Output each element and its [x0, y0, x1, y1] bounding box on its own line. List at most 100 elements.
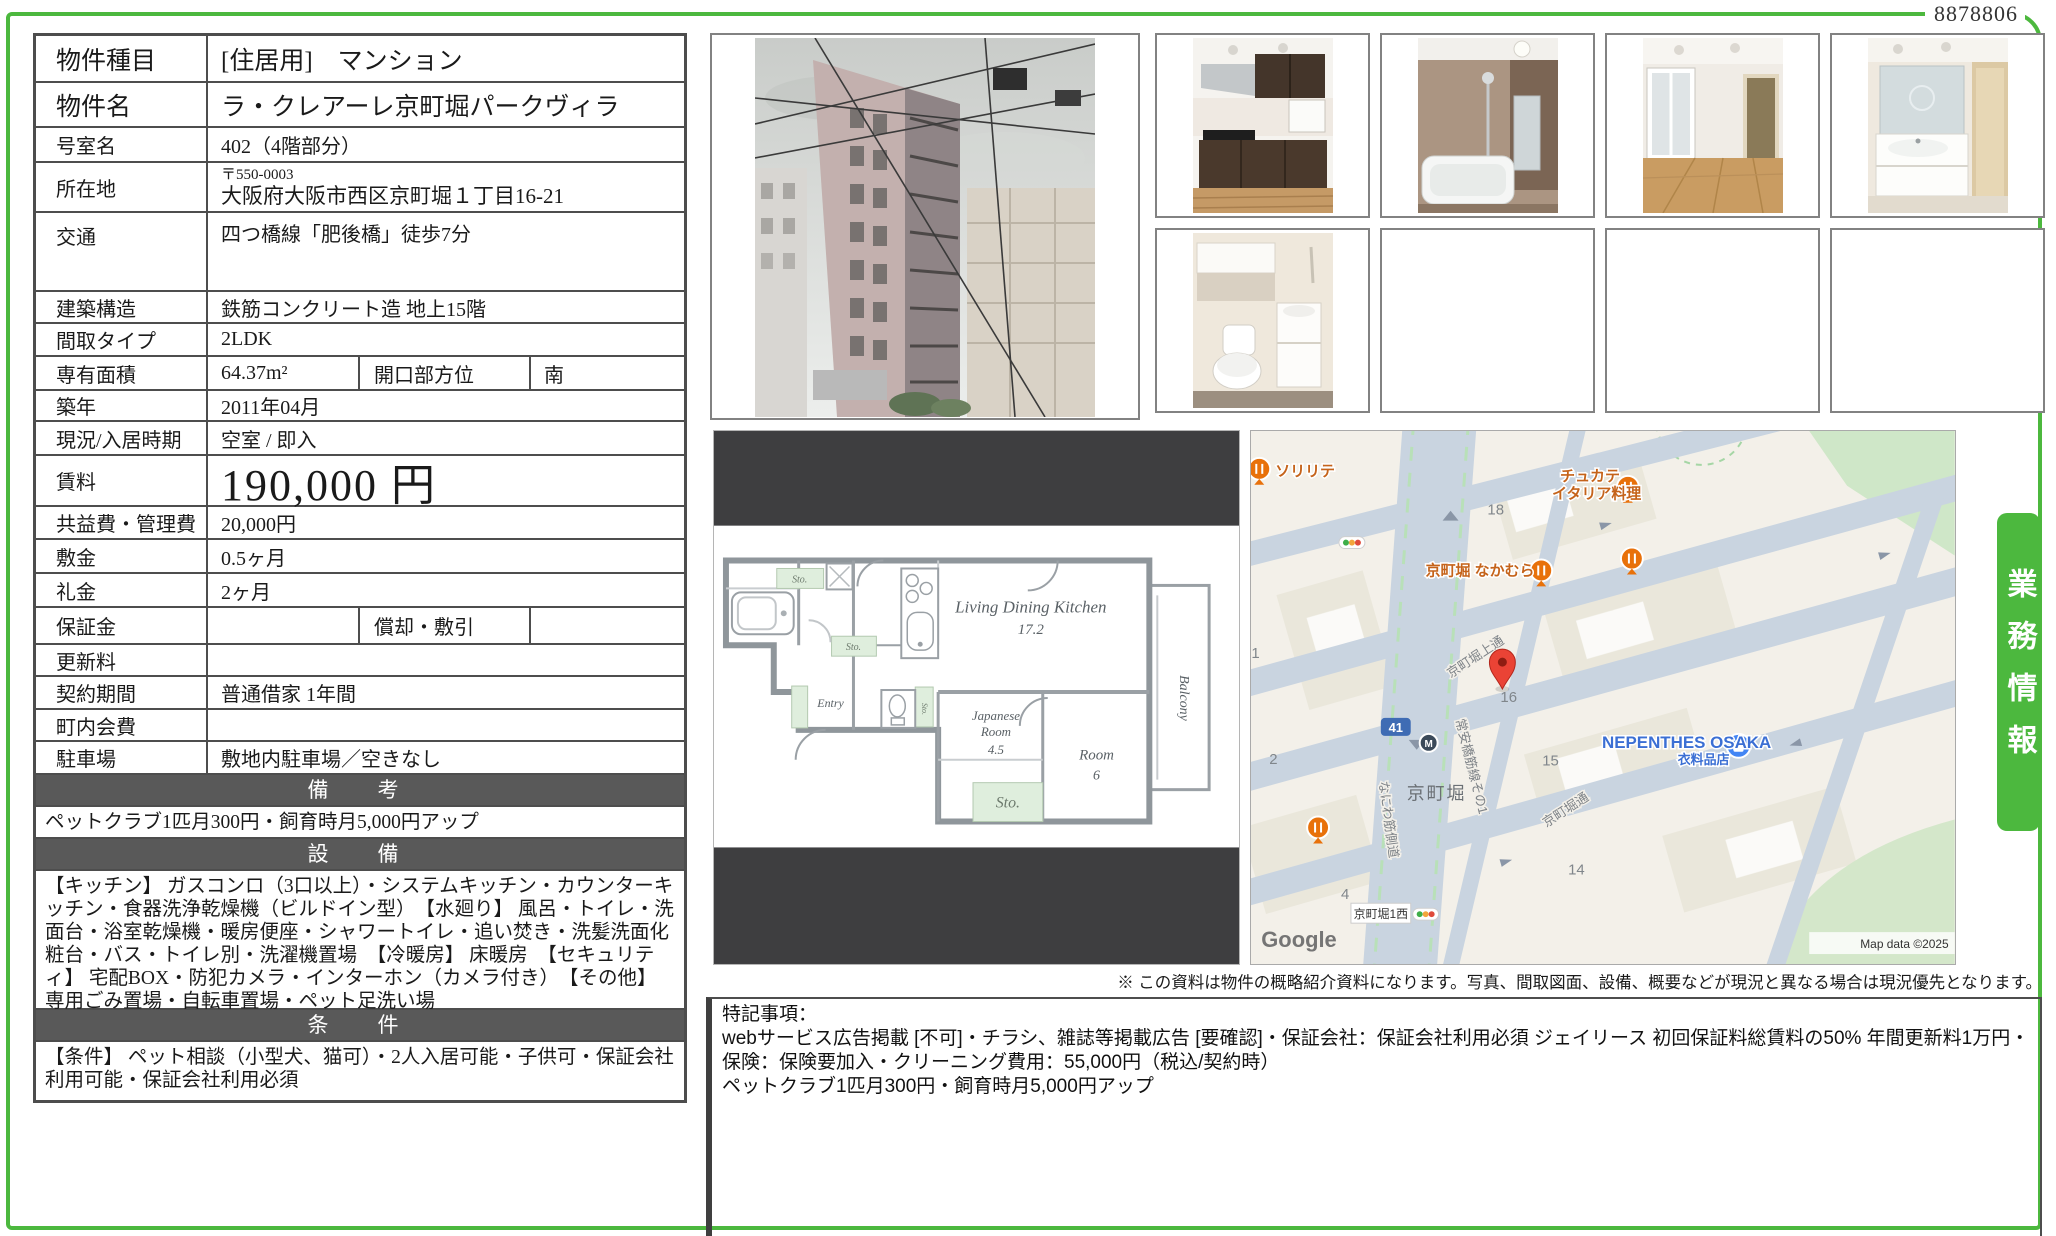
section-header-remarks: 備 考: [36, 773, 684, 805]
table-row: 契約期間 普通借家 1年間: [36, 675, 684, 708]
row-value: 〒550-0003 大阪府大阪市西区京町堀１丁目16-21: [208, 163, 684, 211]
balcony-label: Balcony: [1176, 675, 1191, 721]
row-value: 2LDK: [208, 324, 684, 355]
notes-line-2: ペットクラブ1匹月300円・飼育時月5,000円アップ: [722, 1075, 2030, 1099]
row-value: [208, 608, 358, 643]
row-value: 四つ橋線「肥後橋」徒歩7分: [208, 213, 684, 290]
row-label: 保証金: [36, 608, 208, 643]
block-number: 14: [1568, 861, 1585, 878]
photo-bathroom: [1380, 33, 1595, 218]
room-size: 6: [1093, 769, 1100, 784]
poi-chucate: チュカテ: [1560, 468, 1620, 485]
row-label: 敷金: [36, 540, 208, 572]
notes-title: 特記事項：: [722, 1003, 2030, 1027]
doc-number: 8878806: [1930, 1, 2022, 27]
block-number: 18: [1487, 502, 1504, 519]
table-row: 駐車場 敷地内駐車場／空きなし: [36, 740, 684, 773]
table-row: 築年 2011年04月: [36, 389, 684, 420]
jroom-label-1: Japanese: [972, 708, 1020, 723]
photo-toilet: [1155, 228, 1370, 413]
row-label: 駐車場: [36, 742, 208, 773]
row-value: 64.37m²: [208, 357, 358, 389]
room-label: Room: [1078, 748, 1114, 764]
jroom-label-2: Room: [980, 724, 1011, 739]
table-row: 物件名 ラ・クレアーレ京町堀パークヴィラ: [36, 81, 684, 126]
tab-gyoumu-jouhou[interactable]: 業務情報: [1997, 513, 2040, 831]
photo-room-interior: [1605, 33, 1820, 218]
photo-placeholder-empty: [1830, 228, 2045, 413]
entry-label: Entry: [816, 696, 844, 710]
row-value: 鉄筋コンクリート造 地上15階: [208, 292, 684, 322]
google-logo: Google: [1261, 927, 1336, 952]
route-shield-41: 41: [1389, 720, 1403, 735]
floorplan-panel: Balcony Sto. Sto. Sto. Sto.: [713, 430, 1240, 965]
poi-nepenthes: NEPENTHES OSAKA: [1602, 733, 1771, 752]
row-label-2: 開口部方位: [358, 357, 531, 389]
row-label: 物件種目: [36, 36, 208, 81]
sto-label: Sto.: [996, 795, 1020, 812]
sto-label: Sto.: [846, 642, 861, 653]
row-value: 敷地内駐車場／空きなし: [208, 742, 684, 773]
photo-washbasin: [1830, 33, 2045, 218]
property-sheet: 8878806 業務情報 物件種目 [住居用] マンション 物件名 ラ・クレアー…: [0, 0, 2056, 1236]
conditions-text: 【条件】 ペット相談（小型犬、猫可）・2人入居可能・子供可・保証会社利用可能・保…: [36, 1040, 684, 1100]
ldk-size: 17.2: [1018, 622, 1045, 638]
block-number: 15: [1542, 753, 1559, 770]
row-value: [208, 645, 684, 675]
row-label: 賃料: [36, 456, 208, 505]
sto-label: Sto.: [920, 703, 929, 715]
map-copyright: Map data ©2025: [1860, 937, 1949, 951]
row-value: 402（4階部分）: [208, 128, 684, 161]
ldk-label: Living Dining Kitchen: [954, 597, 1106, 616]
photo-placeholder-empty: [1380, 228, 1595, 413]
row-value: 20,000円: [208, 507, 684, 538]
block-number: 1: [1251, 645, 1259, 662]
jroom-size: 4.5: [988, 742, 1005, 757]
poi-nakamura: 京町堀 なかむら: [1426, 561, 1535, 579]
row-label: 共益費・管理費: [36, 507, 208, 538]
row-value: [208, 710, 684, 740]
map-illustration: 41 M ソリリテ チュカテ イタリア料理 京町堀 なかむら NEPEN: [1251, 431, 1955, 964]
section-header-equipment: 設 備: [36, 837, 684, 869]
row-value-2: 南: [531, 357, 684, 389]
row-label: 現況/入居時期: [36, 422, 208, 454]
address: 大阪府大阪市西区京町堀１丁目16-21: [221, 184, 564, 208]
table-row: 交通 四つ橋線「肥後橋」徒歩7分: [36, 211, 684, 290]
table-row: 賃料 190,000 円: [36, 454, 684, 505]
disclaimer-note: ※ この資料は物件の概略紹介資料になります。写真、間取図面、設備、概要などが現況…: [1100, 969, 2042, 993]
table-row: 町内会費: [36, 708, 684, 740]
area-label: 京町堀: [1407, 784, 1467, 804]
table-row: 更新料: [36, 643, 684, 675]
table-row: 号室名 402（4階部分）: [36, 126, 684, 161]
row-label: 築年: [36, 391, 208, 420]
row-label: 交通: [36, 213, 208, 290]
row-label: 更新料: [36, 645, 208, 675]
table-row: 建築構造 鉄筋コンクリート造 地上15階: [36, 290, 684, 322]
photo-kitchen: [1155, 33, 1370, 218]
remarks-text: ペットクラブ1匹月300円・飼育時月5,000円アップ: [36, 805, 684, 837]
notes-line-1: webサービス広告掲載 [不可]・チラシ、雑誌等掲載広告 [要確認]・保証会社：…: [722, 1027, 2030, 1075]
row-label: 契約期間: [36, 677, 208, 708]
row-label: 礼金: [36, 574, 208, 606]
row-label: 所在地: [36, 163, 208, 211]
table-row: 礼金 2ヶ月: [36, 572, 684, 606]
row-label: 町内会費: [36, 710, 208, 740]
photo-placeholder-empty: [1605, 228, 1820, 413]
row-value: 2ヶ月: [208, 574, 684, 606]
table-row: 敷金 0.5ヶ月: [36, 538, 684, 572]
row-value: 0.5ヶ月: [208, 540, 684, 572]
special-notes-box: 特記事項： webサービス広告掲載 [不可]・チラシ、雑誌等掲載広告 [要確認]…: [706, 997, 2042, 1236]
equipment-text: 【キッチン】 ガスコンロ（3口以上）・システムキッチン・カウンターキッチン・食器…: [36, 869, 684, 1008]
poi-chucate-sub: イタリア料理: [1552, 485, 1641, 503]
rent-value: 190,000 円: [208, 456, 684, 505]
row-label: 号室名: [36, 128, 208, 161]
poi-nepenthes-sub: 衣料品店: [1678, 752, 1730, 767]
table-row: 所在地 〒550-0003 大阪府大阪市西区京町堀１丁目16-21: [36, 161, 684, 211]
property-table: 物件種目 [住居用] マンション 物件名 ラ・クレアーレ京町堀パークヴィラ 号室…: [33, 33, 687, 1103]
row-value-2: [531, 608, 684, 643]
building-photo-illustration: [755, 38, 1095, 417]
row-label: 専有面積: [36, 357, 208, 389]
row-label: 建築構造: [36, 292, 208, 322]
table-row: 共益費・管理費 20,000円: [36, 505, 684, 538]
stop-label: 京町堀1西: [1354, 906, 1408, 921]
